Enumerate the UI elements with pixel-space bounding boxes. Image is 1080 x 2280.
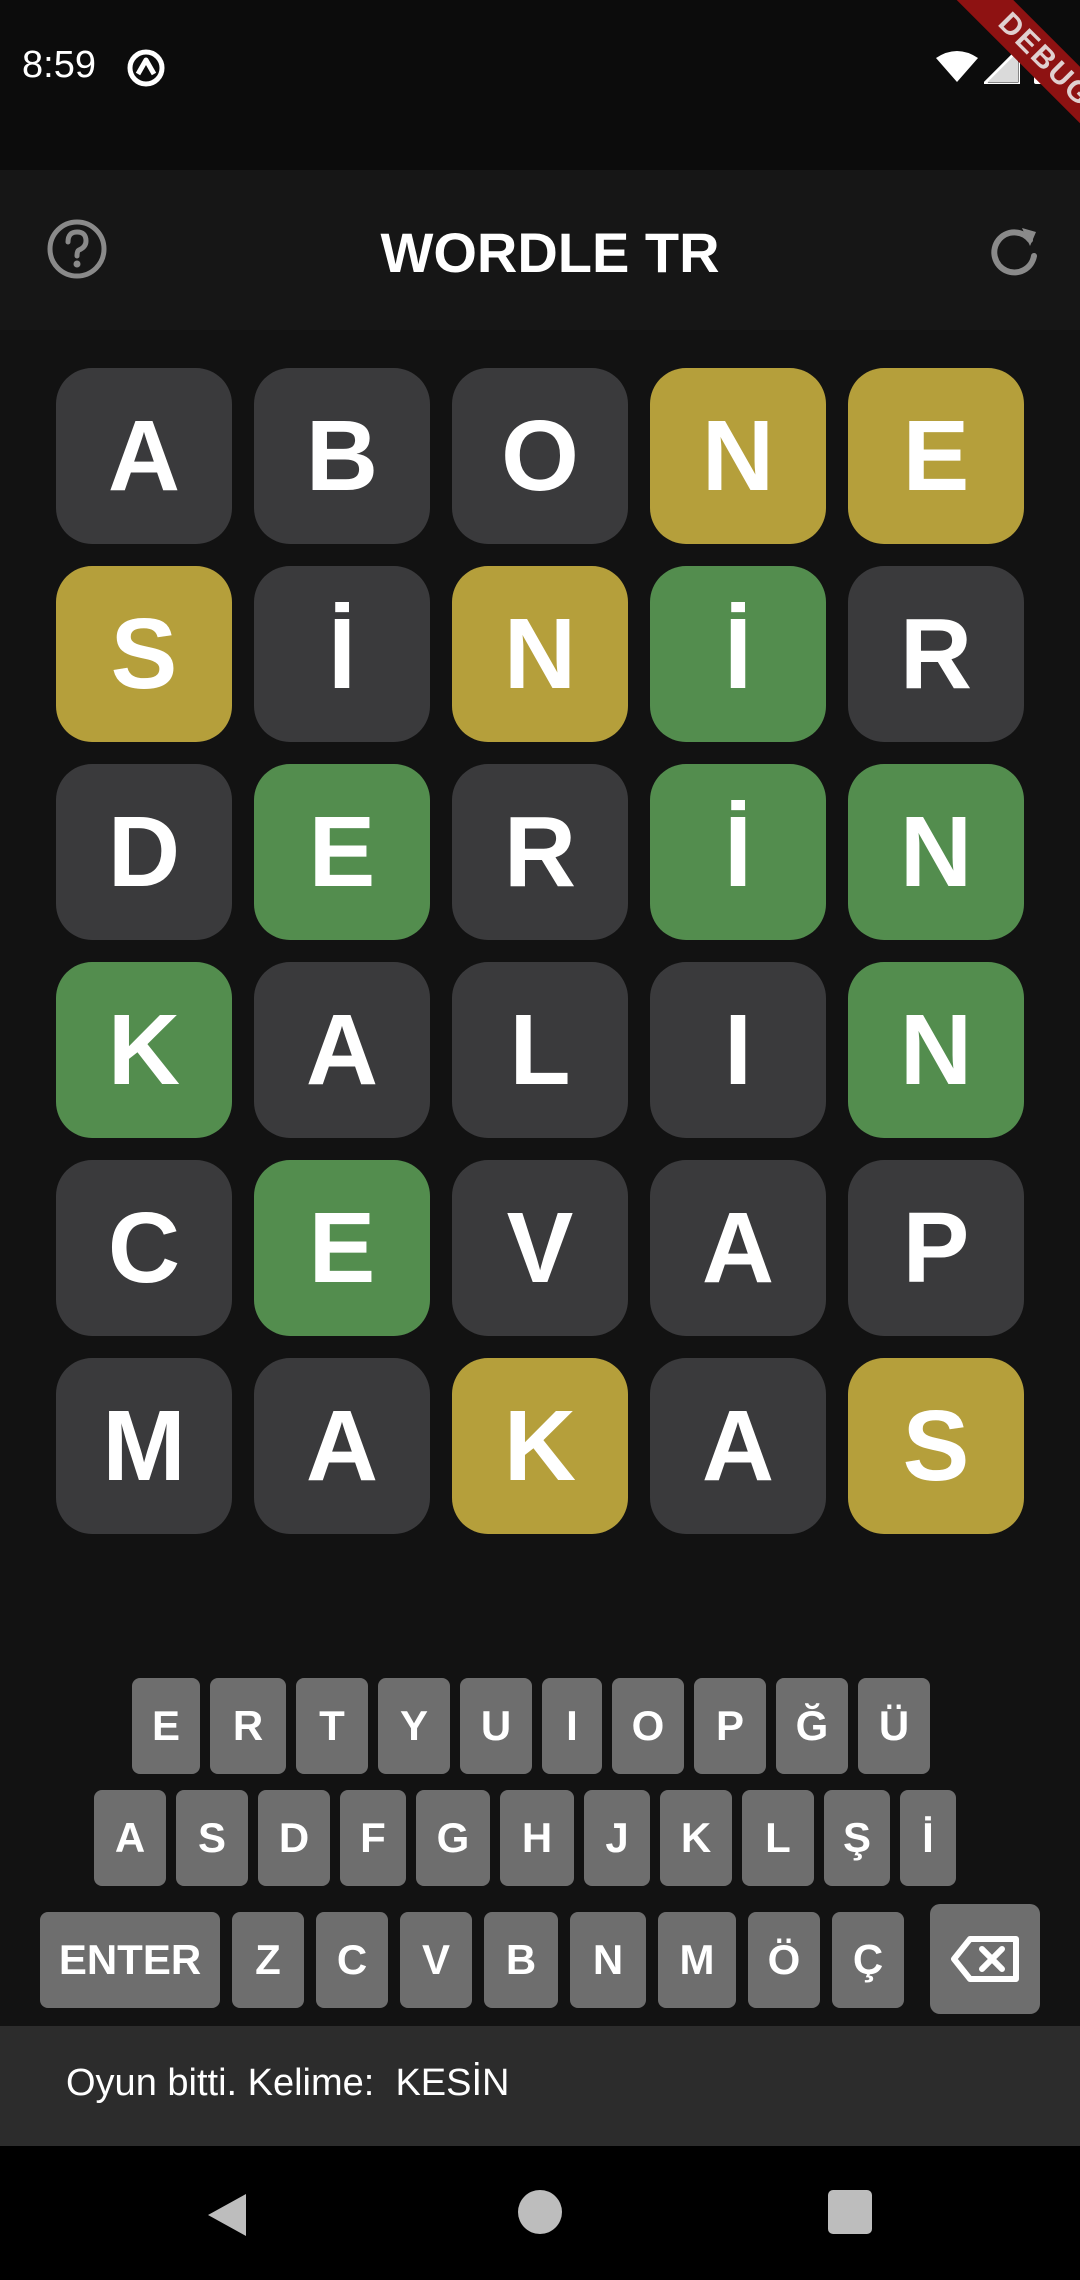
key-V[interactable]: V	[400, 1912, 472, 2008]
refresh-icon[interactable]	[984, 222, 1044, 282]
board-row: DERİN	[56, 764, 1024, 940]
tile-absent: B	[254, 368, 430, 544]
tile-absent: O	[452, 368, 628, 544]
app-notification-icon	[127, 49, 165, 87]
key-D[interactable]: D	[258, 1790, 330, 1886]
key-L[interactable]: L	[742, 1790, 814, 1886]
tile-absent: R	[452, 764, 628, 940]
tile-absent: A	[254, 1358, 430, 1534]
key-Ç[interactable]: Ç	[832, 1912, 904, 2008]
recents-icon[interactable]	[828, 2190, 872, 2234]
key-M[interactable]: M	[658, 1912, 736, 2008]
app-screen: 8:59 DEBUG WORDLE TR ABONESİN İ R D E R …	[0, 0, 1080, 2280]
status-time: 8:59	[22, 44, 96, 86]
page-title: WORDLE TR	[380, 221, 720, 284]
key-A[interactable]: A	[94, 1790, 166, 1886]
snackbar: Oyun bitti. Kelime: KESİN	[0, 2026, 1080, 2146]
key-N[interactable]: N	[570, 1912, 646, 2008]
key-R[interactable]: R	[210, 1678, 286, 1774]
key-P[interactable]: P	[694, 1678, 766, 1774]
tile-absent: R	[848, 566, 1024, 742]
tile-present: E	[848, 368, 1024, 544]
key-Z[interactable]: Z	[232, 1912, 304, 2008]
tile-present: S	[56, 566, 232, 742]
key-H[interactable]: H	[500, 1790, 574, 1886]
key-T[interactable]: T	[296, 1678, 368, 1774]
key-Y[interactable]: Y	[378, 1678, 450, 1774]
board-row: SİNİR	[56, 566, 1024, 742]
tile-absent: M	[56, 1358, 232, 1534]
tile-present: K	[452, 1358, 628, 1534]
key-Ü[interactable]: Ü	[858, 1678, 930, 1774]
board-row: ABONE	[56, 368, 1024, 544]
key-Ğ[interactable]: Ğ	[776, 1678, 848, 1774]
tile-absent: A	[650, 1358, 826, 1534]
tile-absent: D	[56, 764, 232, 940]
keyboard-row: ERTYUIOPĞÜ	[0, 1678, 1080, 1774]
key-U[interactable]: U	[460, 1678, 532, 1774]
backspace-key[interactable]	[930, 1904, 1040, 2014]
tile-present: N	[452, 566, 628, 742]
tile-correct: K	[56, 962, 232, 1138]
backspace-icon	[951, 1936, 1019, 1982]
tile-correct: İ	[650, 566, 826, 742]
key-Ö[interactable]: Ö	[748, 1912, 820, 2008]
game-board: ABONESİNİRDERİNKALINCEVAPMAKAS	[56, 368, 1024, 1556]
key-Ş[interactable]: Ş	[824, 1790, 890, 1886]
tile-absent: A	[650, 1160, 826, 1336]
back-icon[interactable]	[204, 2190, 250, 2240]
tile-correct: İ	[650, 764, 826, 940]
tile-present: N	[650, 368, 826, 544]
key-O[interactable]: O	[612, 1678, 684, 1774]
board-row: CEVAP	[56, 1160, 1024, 1336]
tile-correct: E	[254, 1160, 430, 1336]
key-B[interactable]: B	[484, 1912, 558, 2008]
home-icon[interactable]	[518, 2190, 562, 2234]
tile-absent: C	[56, 1160, 232, 1336]
tile-absent: I	[650, 962, 826, 1138]
tile-absent: A	[254, 962, 430, 1138]
tile-correct: E	[254, 764, 430, 940]
key-F[interactable]: F	[340, 1790, 406, 1886]
key-I[interactable]: I	[542, 1678, 602, 1774]
tile-absent: V	[452, 1160, 628, 1336]
tile-correct: N	[848, 962, 1024, 1138]
snackbar-message: Oyun bitti. Kelime: KESİN	[66, 2062, 510, 2104]
keyboard-row: ENTER Z C V B N M Ö Ç	[0, 1904, 1080, 2014]
app-bar: WORDLE TR	[0, 170, 1080, 330]
tile-absent: İ	[254, 566, 430, 742]
tile-absent: L	[452, 962, 628, 1138]
tile-correct: N	[848, 764, 1024, 940]
key-J[interactable]: J	[584, 1790, 650, 1886]
wifi-icon	[936, 51, 978, 82]
tile-absent: A	[56, 368, 232, 544]
key-E[interactable]: E	[132, 1678, 200, 1774]
key-C[interactable]: C	[316, 1912, 388, 2008]
enter-key[interactable]: ENTER	[40, 1912, 220, 2008]
tile-absent: P	[848, 1160, 1024, 1336]
key-İ[interactable]: İ	[900, 1790, 956, 1886]
navigation-bar	[0, 2146, 1080, 2280]
key-S[interactable]: S	[176, 1790, 248, 1886]
board-row: KALIN	[56, 962, 1024, 1138]
keyboard-row: ASDFGHJKLŞİ	[0, 1790, 1080, 1886]
board-row: MAKAS	[56, 1358, 1024, 1534]
key-K[interactable]: K	[660, 1790, 732, 1886]
key-G[interactable]: G	[416, 1790, 490, 1886]
tile-present: S	[848, 1358, 1024, 1534]
status-bar: 8:59 DEBUG	[0, 0, 1080, 170]
